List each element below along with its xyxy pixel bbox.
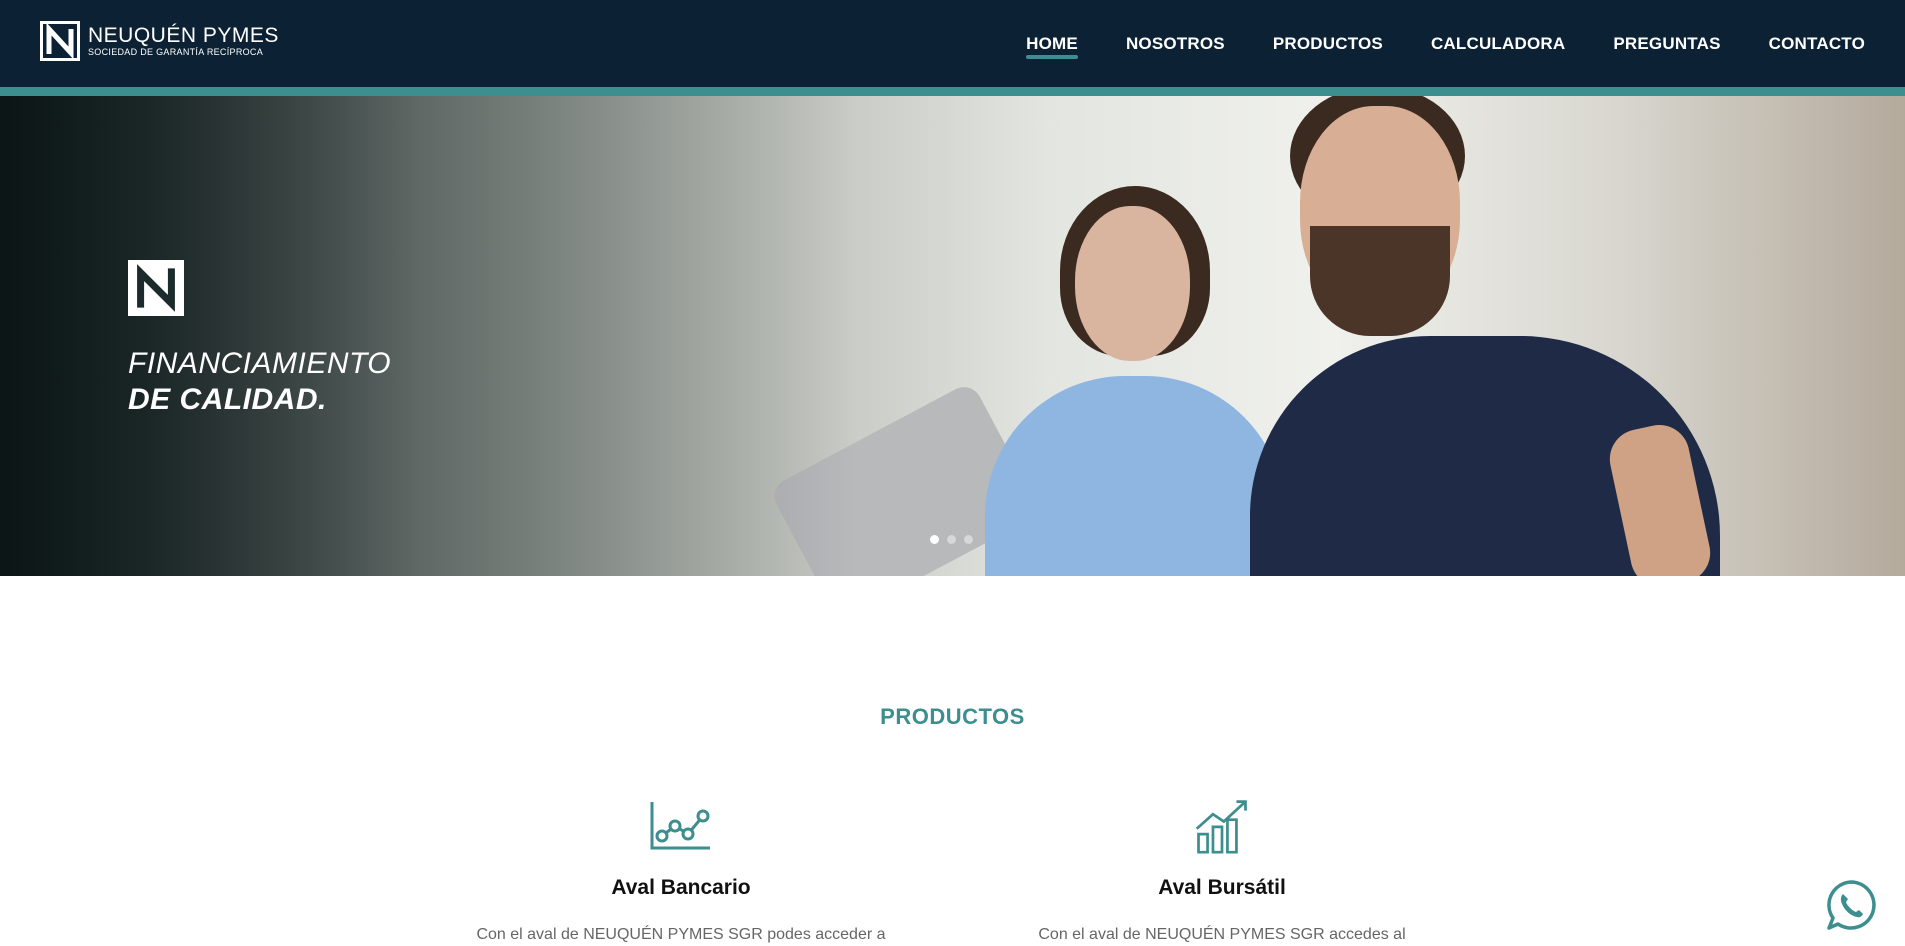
logo-text: NEUQUÉN PYMES SOCIEDAD DE GARANTÍA RECÍP… — [88, 23, 279, 58]
bar-chart-growth-icon — [1195, 800, 1247, 854]
slider-dots — [930, 535, 981, 544]
logo-name: NEUQUÉN PYMES — [88, 23, 279, 47]
nav-productos[interactable]: PRODUCTOS — [1273, 0, 1383, 87]
hero-title: FINANCIAMIENTO DE CALIDAD. — [128, 346, 391, 418]
logo-tagline: SOCIEDAD DE GARANTÍA RECÍPROCA — [88, 46, 264, 57]
hero-slider — [0, 96, 1905, 576]
whatsapp-icon[interactable] — [1825, 879, 1877, 931]
hero-title-line1: FINANCIAMIENTO — [128, 347, 392, 380]
hero-title-line2: DE CALIDAD. — [128, 383, 327, 416]
hero-overlay — [0, 96, 1905, 576]
site-logo[interactable]: NEUQUÉN PYMES SOCIEDAD DE GARANTÍA RECÍP… — [40, 21, 279, 61]
product-card-aval-bancario[interactable]: Aval Bancario Con el aval de NEUQUÉN PYM… — [461, 798, 901, 944]
nav-home[interactable]: HOME — [1026, 0, 1078, 87]
line-chart-icon — [650, 802, 710, 850]
product-name: Aval Bursátil — [1158, 876, 1286, 899]
header-accent-stripe — [0, 87, 1905, 96]
hero-n-logo-icon — [128, 260, 184, 316]
product-name: Aval Bancario — [611, 876, 751, 899]
nav-nosotros[interactable]: NOSOTROS — [1126, 0, 1225, 87]
nav-preguntas[interactable]: PREGUNTAS — [1613, 0, 1720, 87]
slider-dot-1[interactable] — [930, 535, 939, 544]
product-desc: Con el aval de NEUQUÉN PYMES SGR accedes… — [1038, 926, 1406, 943]
products-title: PRODUCTOS — [880, 704, 1025, 729]
nav-contacto[interactable]: CONTACTO — [1769, 0, 1865, 87]
nav-calculadora[interactable]: CALCULADORA — [1431, 0, 1565, 87]
product-desc: Con el aval de NEUQUÉN PYMES SGR podes a… — [476, 926, 886, 943]
product-card-aval-bursatil[interactable]: Aval Bursátil Con el aval de NEUQUÉN PYM… — [1002, 798, 1442, 944]
main-nav: HOME NOSOTROS PRODUCTOS CALCULADORA PREG… — [978, 0, 1865, 87]
slider-dot-2[interactable] — [947, 535, 956, 544]
site-header: NEUQUÉN PYMES SOCIEDAD DE GARANTÍA RECÍP… — [0, 0, 1905, 87]
n-logo-icon — [40, 21, 80, 61]
slider-dot-3[interactable] — [964, 535, 973, 544]
